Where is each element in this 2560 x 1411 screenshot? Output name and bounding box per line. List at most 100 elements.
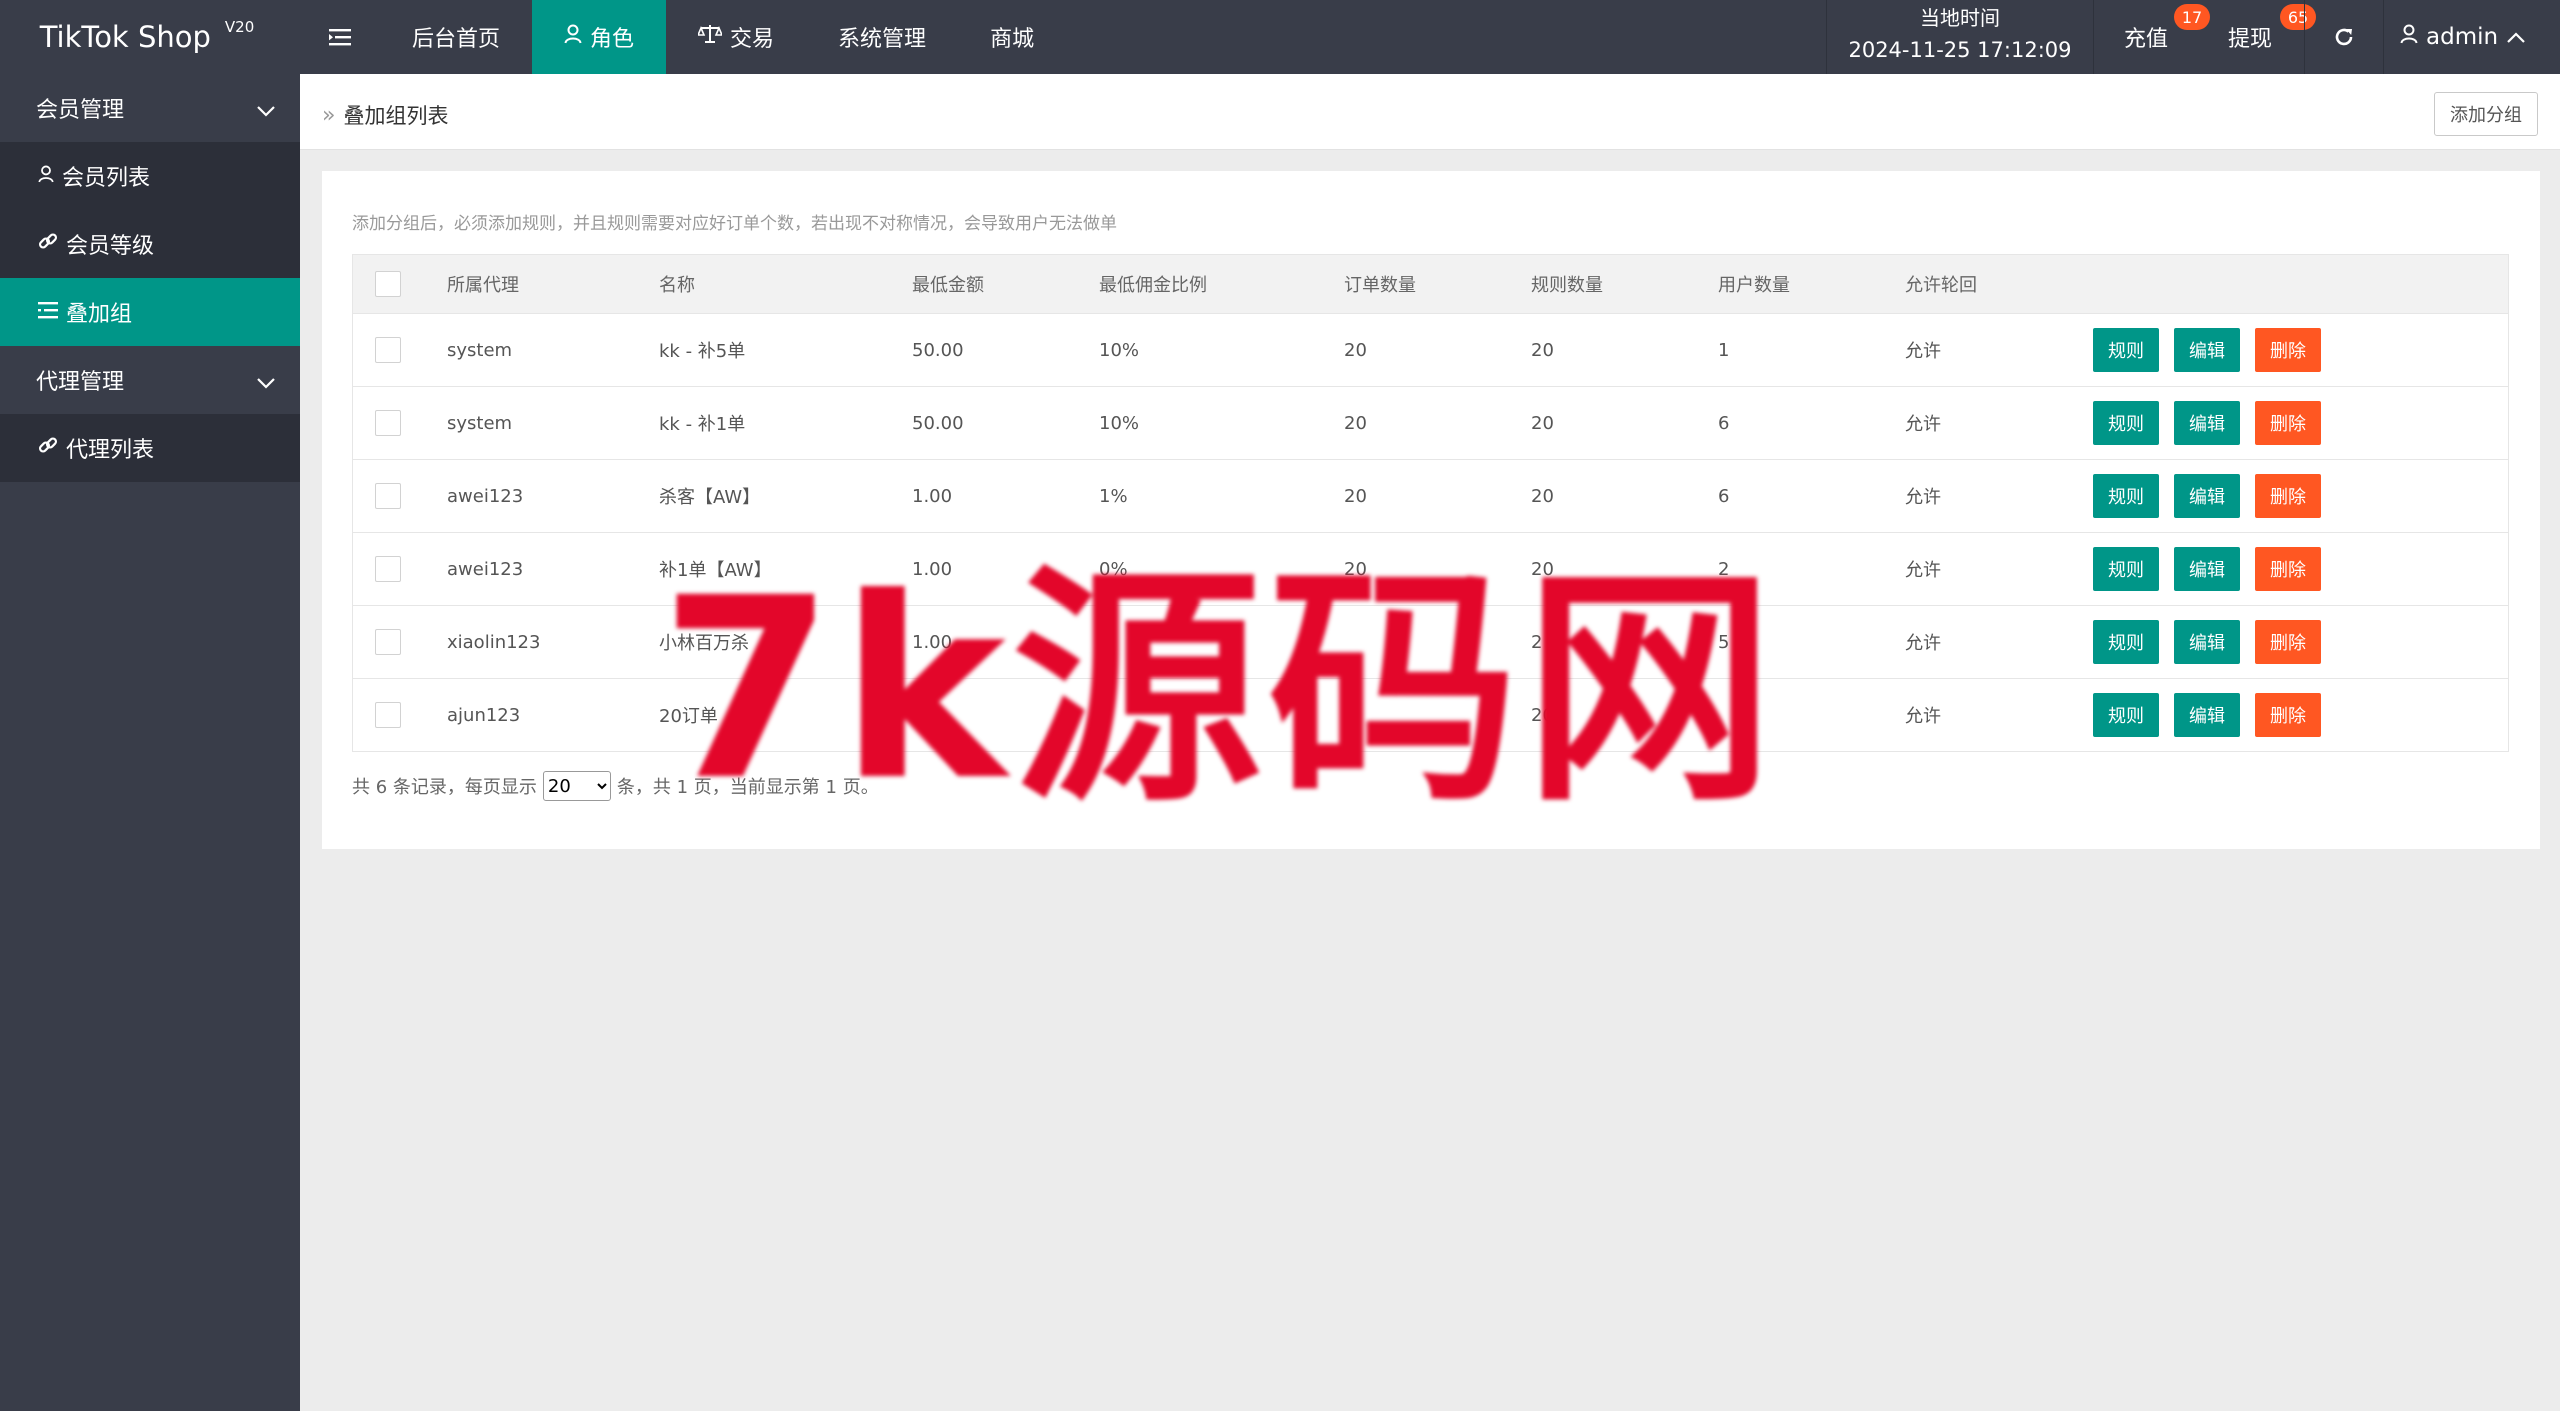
cell-orders: 20 (1344, 485, 1367, 507)
add-group-button[interactable]: 添加分组 (2434, 92, 2538, 136)
column-header: 订单数量 (1344, 275, 1416, 296)
cell-agent: xiaolin123 (447, 631, 541, 653)
nav-trade[interactable]: 交易 (666, 0, 806, 74)
cell-actions: 规则 编辑 删除 (2093, 401, 2493, 445)
edit-button[interactable]: 编辑 (2174, 620, 2240, 664)
nav-role-label: 角色 (590, 27, 635, 52)
edit-button[interactable]: 编辑 (2174, 328, 2240, 372)
content-card: 添加分组后，必须添加规则，并且规则需要对应好订单个数，若出现不对称情况，会导致用… (322, 171, 2540, 849)
cell-loop: 允许 (1905, 341, 1941, 362)
cell-name: kk - 补5单 (659, 341, 746, 362)
row-checkbox-cell (353, 629, 447, 655)
cell-actions: 规则 编辑 删除 (2093, 693, 2493, 737)
sidebar-item-member-list[interactable]: 会员列表 (0, 142, 300, 210)
sidebar-group-member[interactable]: 会员管理 (0, 74, 300, 142)
rule-button[interactable]: 规则 (2093, 474, 2159, 518)
user-menu[interactable]: admin (2400, 0, 2526, 74)
rule-button[interactable]: 规则 (2093, 547, 2159, 591)
sidebar-item-agent-list[interactable]: 代理列表 (0, 414, 300, 482)
column-header: 所属代理 (447, 275, 519, 296)
row-checkbox[interactable] (375, 629, 401, 655)
column-header: 规则数量 (1531, 275, 1603, 296)
rule-button[interactable]: 规则 (2093, 620, 2159, 664)
cell-users: 1 (1718, 339, 1730, 361)
rule-button[interactable]: 规则 (2093, 401, 2159, 445)
sidebar-item-stack-group[interactable]: 叠加组 (0, 278, 300, 346)
column-header: 用户数量 (1718, 275, 1790, 296)
cell-loop: 允许 (1905, 414, 1941, 435)
delete-button[interactable]: 删除 (2255, 328, 2321, 372)
page-size-select[interactable]: 20 (542, 771, 611, 801)
link-icon (38, 231, 58, 257)
top-bar: TikTok Shop V20 后台首页 角色 交易 系统管理 商城 当地时间 2… (0, 0, 2560, 74)
sidebar-item-member-level[interactable]: 会员等级 (0, 210, 300, 278)
chevron-down-icon (256, 370, 276, 395)
row-checkbox[interactable] (375, 702, 401, 728)
cell-orders: 20 (1344, 412, 1367, 434)
menu-toggle-icon[interactable] (300, 0, 380, 74)
row-checkbox[interactable] (375, 410, 401, 436)
cell-actions: 规则 编辑 删除 (2093, 328, 2493, 372)
recharge-button[interactable]: 充值 (2124, 0, 2168, 74)
sidebar: 会员管理 会员列表 会员等级 叠加组 代理管理 代理列表 (0, 74, 300, 1411)
withdraw-label: 提现 (2228, 27, 2273, 52)
table-row: xiaolin123 小林百万杀 1.00 2 5 允许 规则 编辑 删除 (353, 605, 2508, 678)
local-time-value: 2024-11-25 17:12:09 (1848, 38, 2072, 62)
delete-button[interactable]: 删除 (2255, 693, 2321, 737)
cell-orders: 20 (1344, 558, 1367, 580)
nav-role[interactable]: 角色 (532, 0, 667, 74)
sidebar-item-label: 代理列表 (66, 438, 155, 463)
cell-min-rate: 10% (1099, 412, 1140, 434)
sidebar-item-label: 叠加组 (66, 302, 133, 327)
delete-button[interactable]: 删除 (2255, 474, 2321, 518)
delete-button[interactable]: 删除 (2255, 547, 2321, 591)
row-checkbox[interactable] (375, 483, 401, 509)
table-row: system kk - 补1单 50.00 10% 20 20 6 允许 规则 … (353, 386, 2508, 459)
rule-button[interactable]: 规则 (2093, 693, 2159, 737)
cell-min-rate: 1% (1099, 485, 1128, 507)
edit-button[interactable]: 编辑 (2174, 693, 2240, 737)
cell-name: 补1单【AW】 (659, 560, 772, 581)
cell-name: 20订单 (659, 706, 718, 727)
sidebar-group-label: 代理管理 (36, 370, 125, 395)
row-checkbox[interactable] (375, 556, 401, 582)
cell-min-rate: 0% (1099, 558, 1128, 580)
app-logo[interactable]: TikTok Shop V20 (0, 0, 300, 74)
cell-users: 6 (1718, 485, 1730, 507)
cell-rules: 20 (1531, 558, 1554, 580)
cell-users: 6 (1718, 412, 1730, 434)
top-nav: 后台首页 角色 交易 系统管理 商城 (380, 0, 1066, 74)
nav-mall[interactable]: 商城 (958, 0, 1066, 74)
cell-agent: system (447, 339, 513, 361)
delete-button[interactable]: 删除 (2255, 401, 2321, 445)
sidebar-item-label: 会员等级 (66, 234, 155, 259)
nav-home[interactable]: 后台首页 (380, 0, 532, 74)
row-checkbox-cell (353, 410, 447, 436)
user-icon (38, 164, 54, 189)
refresh-icon[interactable] (2304, 0, 2384, 74)
edit-button[interactable]: 编辑 (2174, 474, 2240, 518)
withdraw-button[interactable]: 提现 (2228, 0, 2272, 74)
local-time: 当地时间 2024-11-25 17:12:09 (1826, 0, 2094, 74)
cell-rules: 20 (1531, 704, 1554, 726)
cell-orders: 0 (1344, 704, 1356, 726)
row-checkbox[interactable] (375, 337, 401, 363)
column-header: 名称 (659, 275, 695, 296)
table-header: 所属代理 名称 最低金额 最低佣金比例 订单数量 规则数量 用户数量 允许轮回 (353, 255, 2508, 313)
delete-button[interactable]: 删除 (2255, 620, 2321, 664)
sidebar-group-agent[interactable]: 代理管理 (0, 346, 300, 414)
nav-system[interactable]: 系统管理 (806, 0, 958, 74)
user-icon (2400, 24, 2418, 50)
cell-loop: 允许 (1905, 706, 1941, 727)
recharge-badge: 17 (2174, 4, 2210, 30)
edit-button[interactable]: 编辑 (2174, 401, 2240, 445)
rule-button[interactable]: 规则 (2093, 328, 2159, 372)
row-checkbox-cell (353, 702, 447, 728)
cell-agent: ajun123 (447, 704, 521, 726)
chevron-up-icon (2506, 24, 2526, 50)
select-all-checkbox[interactable] (375, 271, 401, 297)
edit-button[interactable]: 编辑 (2174, 547, 2240, 591)
cell-name: 杀客【AW】 (659, 487, 761, 508)
scale-icon (696, 24, 724, 50)
column-header: 允许轮回 (1905, 275, 1977, 296)
